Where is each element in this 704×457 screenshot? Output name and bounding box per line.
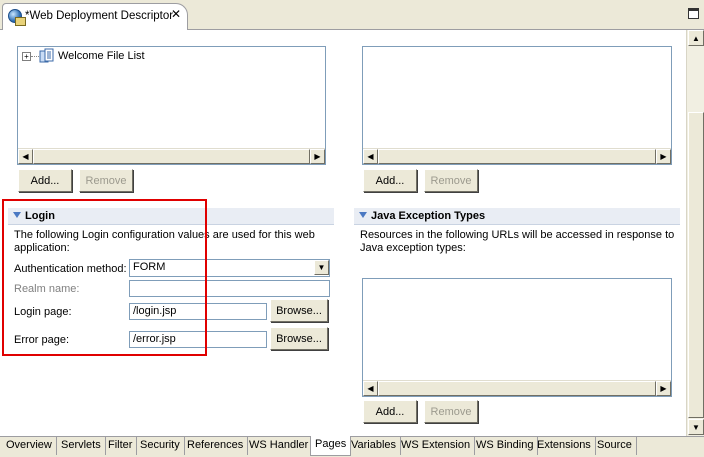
welcome-file-list-icon <box>39 48 54 63</box>
horizontal-scrollbar[interactable]: ◀ ▶ <box>18 148 325 164</box>
scroll-right-icon[interactable]: ▶ <box>656 149 671 164</box>
add-button[interactable]: Add... <box>363 169 417 192</box>
realm-name-field[interactable] <box>129 280 330 297</box>
auth-method-value: FORM <box>133 261 166 273</box>
horizontal-scrollbar[interactable]: ◀ ▶ <box>363 380 671 396</box>
scroll-right-icon[interactable]: ▶ <box>656 381 671 396</box>
tab-pages[interactable]: Pages <box>310 436 352 456</box>
section-expanded-icon[interactable] <box>13 212 21 218</box>
right-top-list[interactable]: ◀ ▶ <box>362 46 672 165</box>
remove-button[interactable]: Remove <box>424 169 478 192</box>
tab-ws-extension[interactable]: WS Extension <box>397 437 476 455</box>
scroll-down-icon[interactable]: ▼ <box>688 419 704 435</box>
tab-filter[interactable]: Filter <box>104 437 138 455</box>
tab-references[interactable]: References <box>183 437 249 455</box>
scroll-left-icon[interactable]: ◀ <box>18 149 33 164</box>
tab-source[interactable]: Source <box>593 437 637 455</box>
chevron-down-icon[interactable]: ▼ <box>314 260 329 275</box>
add-welcome-file-button[interactable]: Add... <box>18 169 72 192</box>
add-exception-button[interactable]: Add... <box>363 400 417 423</box>
login-page-browse-button[interactable]: Browse... <box>270 299 328 322</box>
scroll-left-icon[interactable]: ◀ <box>363 149 378 164</box>
vertical-scroll-thumb[interactable] <box>688 112 704 418</box>
tab-variables[interactable]: Variables <box>347 437 402 455</box>
tab-extensions[interactable]: Extensions <box>533 437 596 455</box>
web-descriptor-icon <box>8 9 26 26</box>
login-description: The following Login configuration values… <box>14 229 315 254</box>
horizontal-scroll-thumb[interactable] <box>33 149 310 164</box>
login-section-title: Login <box>25 210 55 222</box>
remove-exception-button[interactable]: Remove <box>424 400 478 423</box>
realm-name-label: Realm name: <box>14 283 80 295</box>
tab-security[interactable]: Security <box>136 437 185 455</box>
error-page-label: Error page: <box>14 334 70 346</box>
editor-title: *Web Deployment Descriptor <box>25 10 174 22</box>
java-exceptions-section-title: Java Exception Types <box>371 210 486 222</box>
horizontal-scroll-thumb[interactable] <box>378 149 656 164</box>
tree-item-label[interactable]: Welcome File List <box>58 50 145 62</box>
tab-ws-handler[interactable]: WS Handler <box>245 437 314 455</box>
page-tab-bar: Overview Servlets Filter Security Refere… <box>0 436 704 457</box>
java-exceptions-list[interactable]: ◀ ▶ <box>362 278 672 397</box>
maximize-icon[interactable] <box>688 8 699 19</box>
remove-welcome-file-button[interactable]: Remove <box>79 169 133 192</box>
horizontal-scrollbar[interactable]: ◀ ▶ <box>363 148 671 164</box>
error-page-browse-button[interactable]: Browse... <box>270 327 328 350</box>
welcome-file-list[interactable]: + Welcome File List ◀ ▶ <box>17 46 326 165</box>
tab-ws-binding[interactable]: WS Binding <box>472 437 539 455</box>
section-expanded-icon[interactable] <box>359 212 367 218</box>
java-exceptions-description: Resources in the following URLs will be … <box>360 229 675 254</box>
scroll-left-icon[interactable]: ◀ <box>363 381 378 396</box>
login-page-field[interactable]: /login.jsp <box>129 303 267 320</box>
horizontal-scroll-thumb[interactable] <box>378 381 656 396</box>
editor-tab[interactable]: *Web Deployment Descriptor ✕ <box>2 3 188 30</box>
tab-overview[interactable]: Overview <box>2 437 57 455</box>
login-section-header[interactable]: Login <box>8 208 334 225</box>
auth-method-select[interactable]: FORM ▼ <box>129 259 330 277</box>
error-page-field[interactable]: /error.jsp <box>129 331 267 348</box>
tree-connector <box>31 56 39 57</box>
auth-method-label: Authentication method: <box>14 263 127 275</box>
scroll-right-icon[interactable]: ▶ <box>310 149 325 164</box>
login-page-label: Login page: <box>14 306 72 318</box>
close-icon[interactable]: ✕ <box>171 7 181 21</box>
tab-servlets[interactable]: Servlets <box>57 437 106 455</box>
java-exceptions-section-header[interactable]: Java Exception Types <box>354 208 680 225</box>
editor-tab-bar: *Web Deployment Descriptor ✕ <box>0 0 704 30</box>
scroll-up-icon[interactable]: ▲ <box>688 30 704 46</box>
tree-expand-icon[interactable]: + <box>22 52 31 61</box>
vertical-scrollbar[interactable]: ▲ ▼ <box>686 30 704 436</box>
